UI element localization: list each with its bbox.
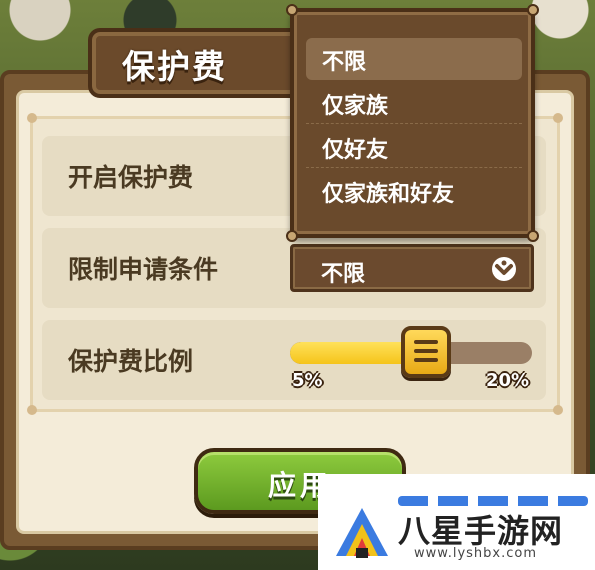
dropdown-option-unlimited[interactable]: 不限	[306, 38, 522, 80]
row-label: 开启保护费	[68, 163, 194, 192]
condition-select[interactable]: 不限	[290, 244, 534, 292]
frame-corner-ornament	[553, 113, 563, 123]
row-label: 限制申请条件	[68, 255, 219, 284]
slider-max-label: 20%	[486, 370, 530, 391]
frame-corner-ornament	[27, 405, 37, 415]
dropdown-option-friends-only[interactable]: 仅好友	[306, 126, 522, 168]
menu-corner-ornament	[286, 4, 298, 16]
watermark-banner	[398, 496, 588, 506]
slider-min-label: 5%	[292, 370, 323, 391]
condition-select-value: 不限	[321, 262, 366, 287]
row-label: 保护费比例	[68, 347, 194, 376]
dropdown-option-family-only[interactable]: 仅家族	[306, 82, 522, 124]
site-logo-icon	[336, 508, 388, 558]
chevron-down-icon	[492, 257, 516, 281]
site-watermark: 八星手游网 www.lyshbx.com	[318, 474, 595, 570]
watermark-url: www.lyshbx.com	[414, 546, 537, 561]
frame-corner-ornament	[27, 113, 37, 123]
dropdown-option-family-and-friends[interactable]: 仅家族和好友	[306, 170, 522, 212]
menu-corner-ornament	[527, 230, 539, 242]
frame-corner-ornament	[553, 405, 563, 415]
dialog-title: 保护费	[122, 47, 227, 86]
condition-dropdown-menu: 不限 仅家族 仅好友 仅家族和好友	[286, 4, 539, 242]
menu-corner-ornament	[286, 230, 298, 242]
ratio-slider-handle[interactable]	[401, 326, 452, 378]
menu-corner-ornament	[527, 4, 539, 16]
grip-icon	[414, 340, 439, 367]
